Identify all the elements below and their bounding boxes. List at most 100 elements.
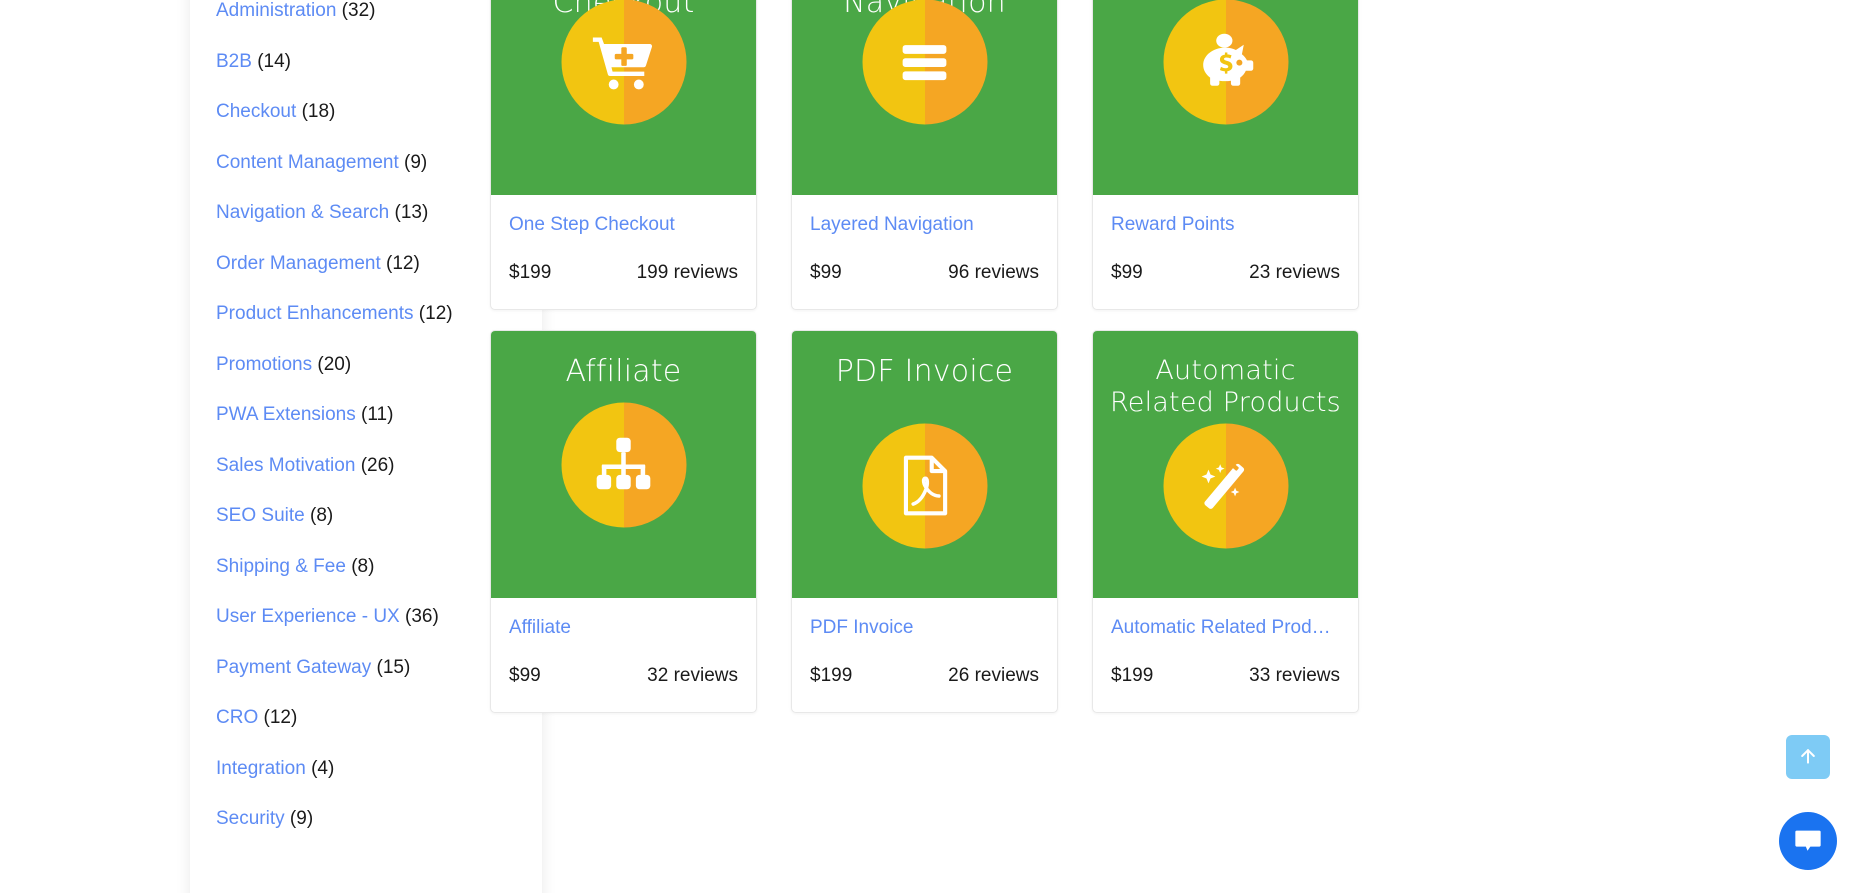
category-count: (13) (394, 202, 429, 223)
sidebar-item-checkout[interactable]: Checkout (18) (216, 101, 516, 123)
category-count: (18) (301, 101, 336, 122)
category-count: (4) (311, 757, 335, 779)
sidebar-item-integration[interactable]: Integration (4) (216, 758, 516, 780)
product-card-one-step-checkout[interactable]: One Step Checkout One Step Checkout (490, 0, 757, 310)
product-card-body: PDF Invoice (792, 598, 1057, 640)
sidebar-item-navigation-search[interactable]: Navigation & Search (13) (216, 202, 516, 224)
category-count: (14) (257, 50, 291, 72)
product-meta: $199 199 reviews (491, 237, 756, 309)
product-banner[interactable]: Layered Navigation (792, 0, 1057, 195)
sidebar-item-shipping-fee[interactable]: Shipping & Fee (8) (216, 556, 516, 578)
product-reviews-count[interactable]: 199 reviews (637, 237, 738, 309)
category-count: (20) (317, 353, 352, 375)
page-root: Administration (32) B2B (14) Checkout (1… (0, 0, 1861, 893)
sidebar-item-b2b[interactable]: B2B (14) (216, 51, 516, 73)
category-label: Shipping & Fee (216, 555, 346, 577)
product-card-body: Automatic Related Produc… (1093, 598, 1358, 640)
category-label: SEO Suite (216, 505, 305, 526)
product-reviews-count[interactable]: 26 reviews (948, 640, 1039, 712)
category-label: Promotions (216, 353, 313, 375)
product-price: $99 (509, 665, 541, 686)
category-count: (8) (310, 505, 334, 526)
category-label: Content Management (216, 151, 399, 173)
category-list: Administration (32) B2B (14) Checkout (1… (216, 0, 516, 859)
sidebar-item-product-enhancements[interactable]: Product Enhancements (12) (216, 303, 516, 325)
sitemap-icon (561, 402, 686, 527)
banner-title: PDF Invoice (835, 354, 1014, 389)
sidebar-item-user-experience-ux[interactable]: User Experience - UX (36) (216, 606, 516, 628)
product-reviews-count[interactable]: 23 reviews (1249, 237, 1340, 309)
category-count: (8) (351, 555, 375, 577)
category-count: (11) (361, 404, 394, 425)
category-label: Checkout (216, 101, 297, 122)
category-label: Navigation & Search (216, 202, 390, 223)
product-title-link[interactable]: Automatic Related Produc… (1111, 616, 1340, 640)
product-reviews-count[interactable]: 96 reviews (948, 237, 1039, 309)
product-title-link[interactable]: Layered Navigation (810, 213, 1039, 237)
product-banner[interactable]: One Step Checkout (491, 0, 756, 195)
product-title-link[interactable]: PDF Invoice (810, 616, 1039, 640)
category-label: Administration (216, 0, 337, 21)
category-label: PWA Extensions (216, 404, 356, 425)
banner-title: Automatic Related Products (1104, 355, 1348, 419)
sidebar-item-security[interactable]: Security (9) (216, 808, 516, 830)
product-banner[interactable]: Affiliate (491, 331, 756, 598)
category-label: User Experience - UX (216, 606, 400, 627)
category-label: Integration (216, 757, 306, 779)
product-meta: $99 23 reviews (1093, 237, 1358, 309)
product-card-reward-points[interactable]: Reward Points Reward Points $99 (1092, 0, 1359, 310)
product-title-link[interactable]: One Step Checkout (509, 213, 738, 237)
banner-title: Affiliate (565, 354, 682, 389)
hamburger-menu-icon (862, 0, 987, 124)
sidebar-item-order-management[interactable]: Order Management (12) (216, 253, 516, 275)
shopping-cart-plus-icon (561, 0, 686, 124)
category-count: (15) (376, 656, 411, 678)
sidebar-item-seo-suite[interactable]: SEO Suite (8) (216, 505, 516, 527)
category-label: B2B (216, 50, 252, 72)
product-price: $199 (1111, 665, 1154, 686)
category-label: CRO (216, 707, 259, 728)
product-meta: $99 32 reviews (491, 640, 756, 712)
product-title-link[interactable]: Reward Points (1111, 213, 1340, 237)
sidebar-item-payment-gateway[interactable]: Payment Gateway (15) (216, 657, 516, 679)
category-count: (12) (386, 252, 420, 274)
sidebar-item-promotions[interactable]: Promotions (20) (216, 354, 516, 376)
product-grid-row: Affiliate Affiliate $99 32 reviews PDF I… (490, 330, 1490, 713)
sidebar-item-administration[interactable]: Administration (32) (216, 0, 516, 22)
product-title-link[interactable]: Affiliate (509, 616, 738, 640)
product-price: $99 (1111, 262, 1143, 283)
sidebar-item-pwa-extensions[interactable]: PWA Extensions (11) (216, 404, 516, 426)
product-card-body: Layered Navigation (792, 195, 1057, 237)
product-card-body: Affiliate (491, 598, 756, 640)
category-label: Product Enhancements (216, 303, 414, 324)
product-meta: $199 33 reviews (1093, 640, 1358, 712)
scroll-to-top-button[interactable] (1786, 735, 1830, 779)
product-reviews-count[interactable]: 33 reviews (1249, 640, 1340, 712)
product-banner[interactable]: Reward Points (1093, 0, 1358, 195)
product-banner[interactable]: Automatic Related Products (1093, 331, 1358, 598)
product-card-automatic-related-products[interactable]: Automatic Related Products Automatic Rel… (1092, 330, 1359, 713)
sidebar-item-content-management[interactable]: Content Management (9) (216, 152, 516, 174)
product-grid: One Step Checkout One Step Checkout (490, 0, 1490, 733)
sidebar-item-sales-motivation[interactable]: Sales Motivation (26) (216, 455, 516, 477)
product-card-body: One Step Checkout (491, 195, 756, 237)
sidebar-item-cro[interactable]: CRO (12) (216, 707, 516, 729)
chat-widget-button[interactable] (1779, 812, 1837, 870)
product-meta: $99 96 reviews (792, 237, 1057, 309)
product-card-layered-navigation[interactable]: Layered Navigation Layered Navigation $9… (791, 0, 1058, 310)
category-count: (9) (289, 808, 314, 829)
category-label: Order Management (216, 252, 381, 274)
product-banner[interactable]: PDF Invoice (792, 331, 1057, 598)
arrow-up-icon (1798, 746, 1818, 769)
category-label: Sales Motivation (216, 454, 356, 476)
category-count: (26) (360, 454, 395, 476)
chat-bubble-icon (1793, 825, 1823, 858)
product-card-pdf-invoice[interactable]: PDF Invoice PDF Invoice $199 26 reviews (791, 330, 1058, 713)
piggy-bank-icon (1163, 0, 1288, 124)
product-card-affiliate[interactable]: Affiliate Affiliate $99 32 reviews (490, 330, 757, 713)
banner-title-line2: Related Products (1110, 387, 1341, 418)
product-reviews-count[interactable]: 32 reviews (647, 640, 738, 712)
product-price: $99 (810, 262, 842, 283)
pdf-document-icon (862, 423, 987, 549)
product-price: $199 (810, 665, 853, 686)
